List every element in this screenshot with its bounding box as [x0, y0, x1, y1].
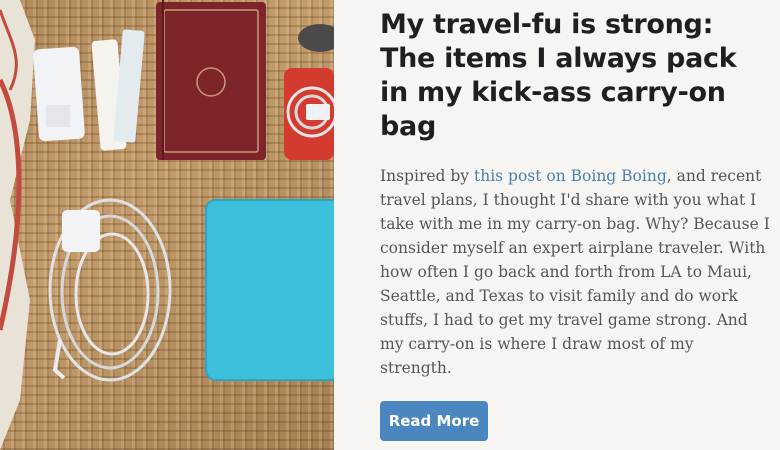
- boing-boing-link[interactable]: this post on Boing Boing: [474, 167, 667, 185]
- laptop-shape: [206, 200, 334, 380]
- notebook-shape: [156, 2, 266, 160]
- charger-brick: [62, 210, 100, 252]
- excerpt-body: , and recent travel plans, I thought I'd…: [380, 167, 770, 377]
- post-excerpt: Inspired by this post on Boing Boing, an…: [380, 164, 770, 380]
- travel-items-photo: [0, 0, 334, 450]
- post-content: My travel-fu is strong: The items I alwa…: [380, 8, 770, 380]
- excerpt-intro: Inspired by: [380, 167, 474, 185]
- toiletry-bottle: [33, 46, 85, 142]
- sunglasses-lens: [298, 24, 334, 52]
- post-title[interactable]: My travel-fu is strong: The items I alwa…: [380, 8, 770, 144]
- post-featured-image[interactable]: [0, 0, 334, 450]
- read-more-button[interactable]: Read More: [380, 401, 488, 441]
